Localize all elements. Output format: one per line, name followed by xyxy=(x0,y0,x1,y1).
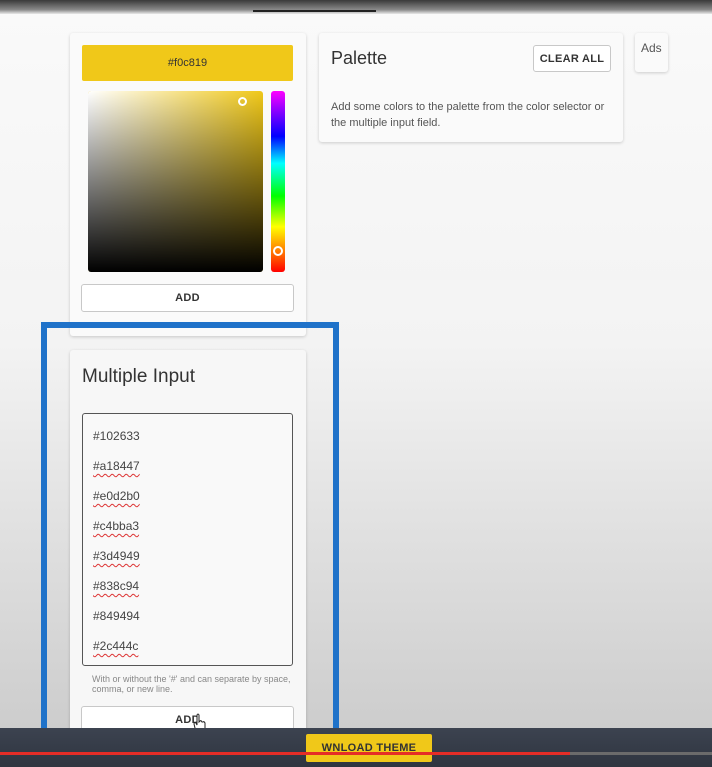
top-bar-line xyxy=(253,10,376,12)
palette-card: Palette CLEAR ALL Add some colors to the… xyxy=(319,33,623,142)
hue-slider[interactable] xyxy=(271,91,285,272)
hex-preview: #f0c819 xyxy=(82,45,293,81)
saturation-cursor[interactable] xyxy=(238,97,247,106)
color-picker-card: #f0c819 ADD xyxy=(70,33,306,336)
top-bar xyxy=(0,0,712,14)
saturation-value-area[interactable] xyxy=(88,91,263,272)
clear-all-button[interactable]: CLEAR ALL xyxy=(533,45,611,72)
video-progress-fill xyxy=(0,752,570,755)
highlight-annotation-box xyxy=(41,322,339,748)
palette-hint: Add some colors to the palette from the … xyxy=(331,101,605,129)
ads-box: Ads xyxy=(635,33,668,72)
picker-add-button[interactable]: ADD xyxy=(81,284,294,312)
ads-label: Ads xyxy=(641,41,662,55)
palette-title: Palette xyxy=(331,48,388,68)
download-theme-button[interactable]: WNLOAD THEME xyxy=(306,734,432,762)
hue-cursor[interactable] xyxy=(273,246,283,256)
